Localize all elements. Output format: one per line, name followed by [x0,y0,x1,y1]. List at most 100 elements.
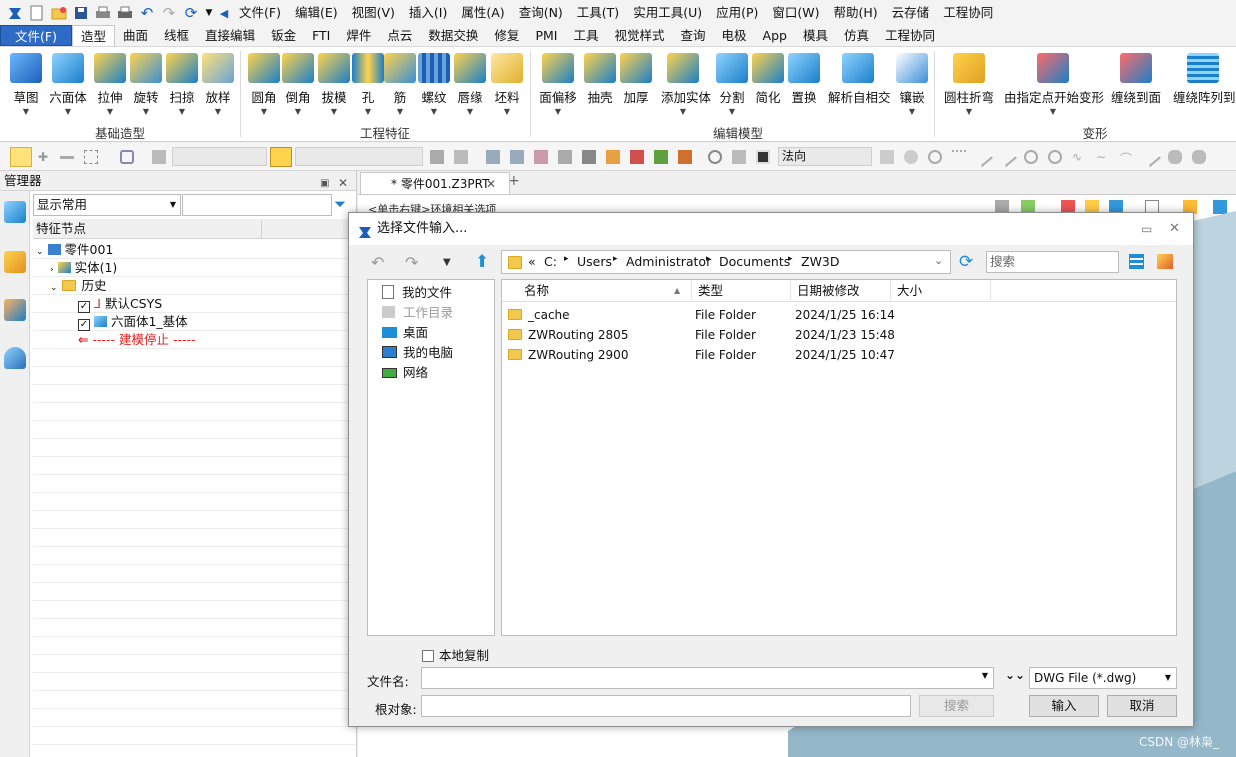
plus-icon[interactable]: ✚ [38,150,52,164]
tree-item-history[interactable]: ⌄ 历史 [50,277,107,295]
chevron-down-icon[interactable]: ▼ [204,4,214,22]
crumb-administrator[interactable]: Administrator [626,254,711,269]
file-search-input[interactable]: 搜索 [986,251,1119,273]
chevron-down-icon[interactable]: ▼ [982,671,988,680]
clock-icon[interactable] [708,150,722,164]
crumb-users[interactable]: Users [577,254,612,269]
menu-edit[interactable]: 编辑(E) [288,0,345,26]
snap-icon-1[interactable] [880,150,894,164]
menu-insert[interactable]: 插入(I) [402,0,454,26]
document-tab[interactable]: * 零件001.Z3PRT ✕ [360,172,510,194]
save-icon[interactable] [72,4,90,22]
column-date[interactable]: 日期被修改 [791,280,891,302]
column-type[interactable]: 类型 [692,280,791,302]
tab-visual-style[interactable]: 视觉样式 [606,25,672,46]
replace-button[interactable]: 置换 [782,51,826,117]
tool-icon-9[interactable] [630,150,644,164]
preview-icon[interactable] [1157,254,1173,269]
menu-tools[interactable]: 工具(T) [570,0,626,26]
place-my-files[interactable]: 我的文件 [382,283,452,303]
tab-modeling[interactable]: 造型 [72,25,116,46]
tree-item-part[interactable]: ⌄ 零件001 [36,241,113,259]
tab-inquire[interactable]: 查询 [672,25,713,46]
polygon-select-icon[interactable] [120,150,134,164]
checkbox-checked-icon[interactable]: ✓ [78,319,90,331]
tool-icon-2[interactable] [454,150,468,164]
cancel-button[interactable]: 取消 [1107,695,1177,717]
local-copy-checkbox[interactable]: 本地复制 [422,645,489,664]
root-object-input[interactable] [421,695,911,717]
menu-help[interactable]: 帮助(H) [827,0,885,26]
pen-icon[interactable] [1141,147,1161,167]
history-manager-icon[interactable] [4,201,26,223]
face-offset-button[interactable]: 面偏移 ▼ [536,51,580,117]
expand-icon[interactable]: ⌄⌄ [1005,668,1025,682]
wrap-to-face-button[interactable]: 缠绕到面 [1108,51,1164,117]
command-dropdown[interactable] [295,147,423,166]
tab-weldment[interactable]: 焊件 [338,25,379,46]
tab-surface[interactable]: 曲面 [115,25,156,46]
undo-icon[interactable]: ↶ [138,4,156,22]
import-button[interactable]: 输入 [1029,695,1099,717]
print-icon[interactable] [94,4,112,22]
thicken-button[interactable]: 加厚 [614,51,658,117]
column-name[interactable]: 名称 ▲ [502,280,692,302]
file-row[interactable]: ZWRouting 2805 File Folder 2024/1/23 15:… [502,325,1176,345]
print-preview-icon[interactable] [116,4,134,22]
menu-utilities[interactable]: 实用工具(U) [626,0,709,26]
hand-icon-2[interactable] [1192,150,1206,164]
tab-collab[interactable]: 工程协同 [877,25,943,46]
tool-icon-8[interactable] [606,150,620,164]
tab-app[interactable]: App [755,25,795,46]
tool-icon-11[interactable] [678,150,692,164]
filter-icon[interactable] [152,150,166,164]
tab-repair[interactable]: 修复 [486,25,527,46]
tab-file[interactable]: 文件(F) [0,25,72,46]
arc-icon[interactable]: ⌒ [1120,150,1134,166]
tab-pmi[interactable]: PMI [527,25,565,46]
normal-dropdown[interactable]: 法向 [778,147,872,166]
tree-item-stop[interactable]: ⇐ ----- 建模停止 ----- [78,331,196,349]
snap-icon-2[interactable] [904,150,918,164]
import-icon[interactable] [4,299,26,321]
tab-simulation[interactable]: 仿真 [836,25,877,46]
back-arrow-icon[interactable]: ◀ [218,4,230,22]
menu-view[interactable]: 视图(V) [345,0,402,26]
filename-input[interactable]: ▼ [421,667,994,689]
place-desktop[interactable]: 桌面 [382,323,428,343]
place-network[interactable]: 网络 [382,363,428,383]
checkbox-icon[interactable] [422,650,434,662]
line-icon-2[interactable] [997,147,1017,167]
minus-icon[interactable] [60,156,74,159]
back-icon[interactable]: ↶ [371,253,384,272]
tree-search-input[interactable] [182,194,332,216]
filter-dropdown[interactable] [172,147,267,166]
checkbox-checked-icon[interactable]: ✓ [78,301,90,313]
user-icon[interactable] [4,347,26,369]
wrap-pattern-button[interactable]: 缠绕阵列到面 [1170,51,1236,117]
play-icon[interactable] [928,150,942,164]
menu-cloud[interactable]: 云存储 [885,0,937,26]
menu-apps[interactable]: 应用(P) [709,0,765,26]
sketch-button[interactable]: 草图 ▼ [4,51,48,117]
tab-mold[interactable]: 模具 [795,25,836,46]
tool-icon-10[interactable] [654,150,668,164]
crumb-documents[interactable]: Documents [719,254,790,269]
line-icon[interactable] [973,147,993,167]
menu-file[interactable]: 文件(F) [232,0,288,26]
refresh-icon[interactable]: ⟳ [182,4,200,22]
search-button[interactable]: 搜索 [919,695,994,717]
tab-fti[interactable]: FTI [304,25,338,46]
emboss-button[interactable]: 镶嵌 ▼ [890,51,934,117]
self-intersect-button[interactable]: 解析自相交 [828,51,891,117]
place-my-computer[interactable]: 我的电脑 [382,343,453,363]
filter-select[interactable]: 显示常用 ▼ [33,194,181,216]
tab-sheetmetal[interactable]: 钣金 [263,25,304,46]
tool-icon-4[interactable] [510,150,524,164]
chevron-down-icon[interactable]: ⌄ [934,254,943,267]
tab-wireframe[interactable]: 线框 [156,25,197,46]
point-deform-button[interactable]: 由指定点开始变形 ▼ [1004,51,1104,117]
view-icon[interactable] [270,147,292,167]
tool-icon-6[interactable] [558,150,572,164]
tab-direct-edit[interactable]: 直接编辑 [197,25,263,46]
